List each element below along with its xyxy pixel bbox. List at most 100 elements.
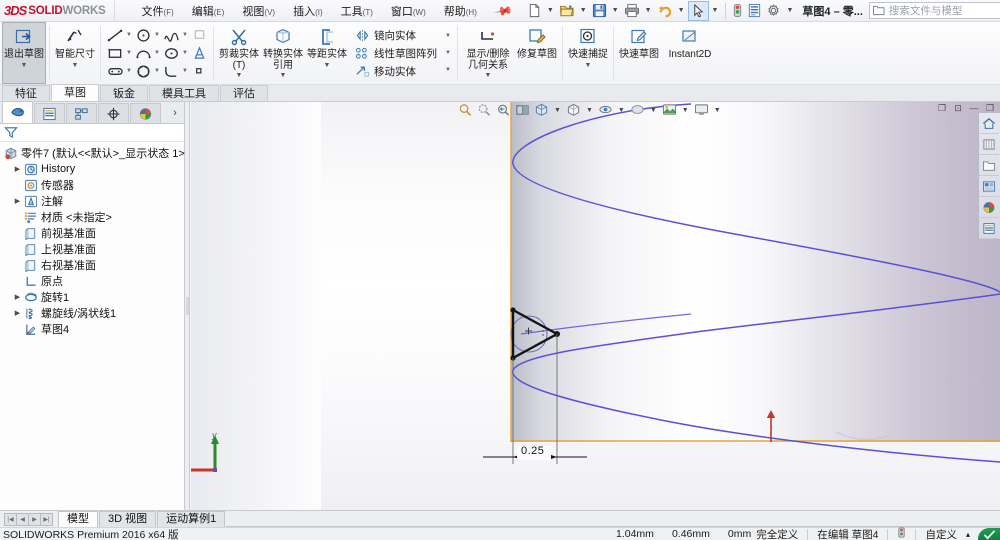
tree-item-sketch4[interactable]: 草图4 xyxy=(2,321,184,337)
print-caret[interactable]: ▼ xyxy=(645,7,652,14)
menu-item-insert[interactable]: 插入(I) xyxy=(284,1,332,21)
last-tab-button[interactable]: ▶| xyxy=(40,513,53,526)
tree-arrow-revolve1[interactable]: ▶ xyxy=(12,293,23,301)
splitter-grip[interactable] xyxy=(186,297,189,315)
vp-restore-icon[interactable]: ❐ xyxy=(934,102,950,116)
edit-appearance-caret[interactable]: ▼ xyxy=(650,107,657,114)
instant2d-button[interactable]: Instant2D xyxy=(661,22,719,84)
rebuild-button[interactable] xyxy=(730,1,745,21)
circle-caret[interactable]: ▼ xyxy=(153,32,161,38)
menu-item-view[interactable]: 视图(V) xyxy=(233,1,284,21)
section-view-icon[interactable] xyxy=(513,102,532,119)
display-delete-relations-caret[interactable]: ▼ xyxy=(485,72,492,79)
display-manager-tab[interactable] xyxy=(130,103,161,123)
line-caret[interactable]: ▼ xyxy=(125,32,133,38)
tree-item-revolve1[interactable]: ▶ 旋转1 xyxy=(2,289,184,305)
file-properties-button[interactable] xyxy=(745,1,764,21)
display-style-caret[interactable]: ▼ xyxy=(586,107,593,114)
view-settings-icon[interactable] xyxy=(692,102,711,119)
tree-arrow-annotations[interactable]: ▶ xyxy=(12,197,23,205)
tree-arrow-history[interactable]: ▶ xyxy=(12,165,23,173)
slot-caret[interactable]: ▼ xyxy=(125,68,133,74)
zoom-to-area-icon[interactable] xyxy=(475,102,494,119)
quick-sketch-button[interactable]: 快速草图 xyxy=(617,22,661,84)
tree-arrow-helix1[interactable]: ▶ xyxy=(12,309,23,317)
tree-item-front-plane[interactable]: 前视基准面 xyxy=(2,225,184,241)
graphics-viewport[interactable]: 0.25 x y ▼ ▼ xyxy=(191,102,1000,510)
view-palette-icon[interactable] xyxy=(979,176,999,197)
select-button[interactable] xyxy=(688,1,709,21)
print-button[interactable] xyxy=(622,1,642,21)
tab-3d-views[interactable]: 3D 视图 xyxy=(99,511,156,527)
menu-item-file[interactable]: 文件(F) xyxy=(133,1,183,21)
dimxpert-manager-tab[interactable] xyxy=(98,103,129,123)
tab-sheet-metal[interactable]: 钣金 xyxy=(100,85,148,101)
property-manager-tab[interactable] xyxy=(34,103,65,123)
view-orientation-caret[interactable]: ▼ xyxy=(554,107,561,114)
status-units-caret[interactable]: ▴ xyxy=(966,530,978,539)
select-caret[interactable]: ▼ xyxy=(712,7,719,14)
overwrite-mode-icon[interactable] xyxy=(888,527,915,540)
open-document-button[interactable] xyxy=(557,1,577,21)
tab-evaluate[interactable]: 评估 xyxy=(220,85,268,101)
spline-caret[interactable]: ▼ xyxy=(181,32,189,38)
menu-item-help[interactable]: 帮助(H) xyxy=(435,1,486,21)
apply-scene-caret[interactable]: ▼ xyxy=(682,107,689,114)
smart-dimension-caret[interactable]: ▼ xyxy=(72,62,79,69)
tab-model[interactable]: 模型 xyxy=(58,511,98,527)
feature-manager-tab[interactable] xyxy=(2,101,33,123)
fillet-icon[interactable] xyxy=(161,62,181,80)
arc-caret[interactable]: ▼ xyxy=(153,50,161,56)
trim-entities-button[interactable]: 剪裁实体(T) ▼ xyxy=(217,22,261,84)
arc-icon[interactable] xyxy=(133,44,153,62)
zoom-to-fit-icon[interactable] xyxy=(456,102,475,119)
smart-dimension-button[interactable]: 智能尺寸 ▼ xyxy=(53,22,97,84)
polygon-icon[interactable] xyxy=(133,62,153,80)
tree-item-part[interactable]: 零件7 (默认<<默认>_显示状态 1>) xyxy=(2,145,184,161)
options-caret[interactable]: ▼ xyxy=(786,7,793,14)
menu-item-tools[interactable]: 工具(T) xyxy=(332,1,382,21)
save-button[interactable] xyxy=(590,1,609,21)
pushpin-icon[interactable]: 📌 xyxy=(493,0,513,20)
panel-splitter[interactable] xyxy=(185,102,190,510)
offset-entities-caret[interactable]: ▼ xyxy=(324,62,331,69)
fillet-caret[interactable]: ▼ xyxy=(181,68,189,74)
filter-bar[interactable] xyxy=(0,124,184,142)
quick-snaps-button[interactable]: 快速捕捉 ▼ xyxy=(566,22,610,84)
open-document-caret[interactable]: ▼ xyxy=(580,7,587,14)
exit-sketch-button[interactable]: 退出草图 ▼ xyxy=(2,22,46,84)
file-explorer-icon[interactable] xyxy=(979,155,999,176)
offset-entities-button[interactable]: 等距实体 ▼ xyxy=(305,22,349,84)
hide-show-caret[interactable]: ▼ xyxy=(618,107,625,114)
tab-sketch[interactable]: 草图 xyxy=(51,84,99,101)
quick-snaps-caret[interactable]: ▼ xyxy=(585,62,592,69)
rectangle-icon[interactable] xyxy=(105,44,125,62)
linear-sketch-pattern-command[interactable]: 线性草图阵列 xyxy=(351,44,440,62)
hide-show-items-icon[interactable] xyxy=(596,102,615,119)
search-input[interactable]: 搜索文件与模型 xyxy=(869,2,1000,19)
tree-item-history[interactable]: ▶ History xyxy=(2,161,184,177)
move-caret[interactable]: ▼ xyxy=(444,67,452,73)
text-icon[interactable] xyxy=(189,44,209,62)
line-icon[interactable] xyxy=(105,26,125,44)
tree-item-material[interactable]: 材质 <未指定> xyxy=(2,209,184,225)
configuration-manager-tab[interactable] xyxy=(66,103,97,123)
point-icon[interactable] xyxy=(189,62,209,80)
mirror-entities-command[interactable]: 镜向实体 xyxy=(351,26,440,44)
mirror-caret[interactable]: ▼ xyxy=(444,33,452,39)
undo-caret[interactable]: ▼ xyxy=(678,7,685,14)
display-style-icon[interactable] xyxy=(564,102,583,119)
repair-sketch-button[interactable]: 修复草图 xyxy=(515,22,559,84)
edit-appearance-icon[interactable] xyxy=(628,102,647,119)
tree-item-right-plane[interactable]: 右视基准面 xyxy=(2,257,184,273)
spline-icon[interactable] xyxy=(161,26,181,44)
options-gear-button[interactable] xyxy=(764,1,783,21)
tab-features[interactable]: 特征 xyxy=(2,85,50,101)
dimension-value-label[interactable]: 0.25 xyxy=(521,445,544,457)
tree-item-sensors[interactable]: 传感器 xyxy=(2,177,184,193)
tree-item-helix1[interactable]: ▶ 螺旋线/涡状线1 xyxy=(2,305,184,321)
trim-entities-caret[interactable]: ▼ xyxy=(236,72,243,79)
convert-entities-button[interactable]: 转换实体引用 ▼ xyxy=(261,22,305,84)
new-document-button[interactable] xyxy=(525,1,544,21)
custom-properties-icon[interactable] xyxy=(979,218,999,239)
